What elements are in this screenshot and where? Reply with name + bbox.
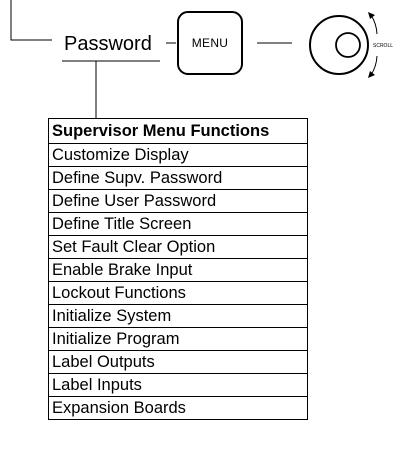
menu-item-row: Enable Brake Input [48, 258, 308, 282]
menu-item-label-outputs: Label Outputs [48, 350, 308, 374]
menu-title: Supervisor Menu Functions [48, 118, 308, 144]
menu-item-lockout-functions: Lockout Functions [48, 281, 308, 305]
scroll-arrow-down-icon [368, 71, 375, 78]
password-label: Password [64, 33, 152, 55]
menu-item-customize-display: Customize Display [48, 143, 308, 167]
menu-button-label: MENU [191, 36, 229, 50]
menu-item-define-supv-password: Define Supv. Password [48, 166, 308, 190]
menu-item-enable-brake-input: Enable Brake Input [48, 258, 308, 282]
menu-item-row: Initialize Program [48, 327, 308, 351]
entry-connector [10, 0, 52, 41]
menu-item-row: Label Inputs [48, 373, 308, 397]
scroll-label: SCROLL [373, 43, 393, 49]
menu-item-row: Initialize System [48, 304, 308, 328]
menu-button[interactable]: MENU [177, 11, 243, 75]
menu-item-set-fault-clear-option: Set Fault Clear Option [48, 235, 308, 259]
menu-item-define-user-password: Define User Password [48, 189, 308, 213]
supervisor-menu-table: Supervisor Menu Functions Customize Disp… [48, 118, 308, 420]
menu-item-row: Label Outputs [48, 350, 308, 374]
menu-item-row: Define User Password [48, 189, 308, 213]
menu-item-row: Define Supv. Password [48, 166, 308, 190]
menu-item-row: Customize Display [48, 143, 308, 167]
menu-title-row: Supervisor Menu Functions [48, 118, 308, 144]
knob-inner-dial [335, 32, 361, 58]
menu-item-define-title-screen: Define Title Screen [48, 212, 308, 236]
scroll-arrow-up-icon [368, 12, 375, 19]
menu-item-row: Expansion Boards [48, 396, 308, 420]
menu-item-initialize-system: Initialize System [48, 304, 308, 328]
scroll-arc-top [370, 14, 378, 35]
menu-item-row: Lockout Functions [48, 281, 308, 305]
menu-item-initialize-program: Initialize Program [48, 327, 308, 351]
scroll-knob[interactable]: SCROLL [298, 4, 400, 86]
menu-item-row: Set Fault Clear Option [48, 235, 308, 259]
menu-item-label-inputs: Label Inputs [48, 373, 308, 397]
menu-item-expansion-boards: Expansion Boards [48, 396, 308, 420]
scroll-arc-bottom [370, 55, 378, 76]
menu-item-row: Define Title Screen [48, 212, 308, 236]
